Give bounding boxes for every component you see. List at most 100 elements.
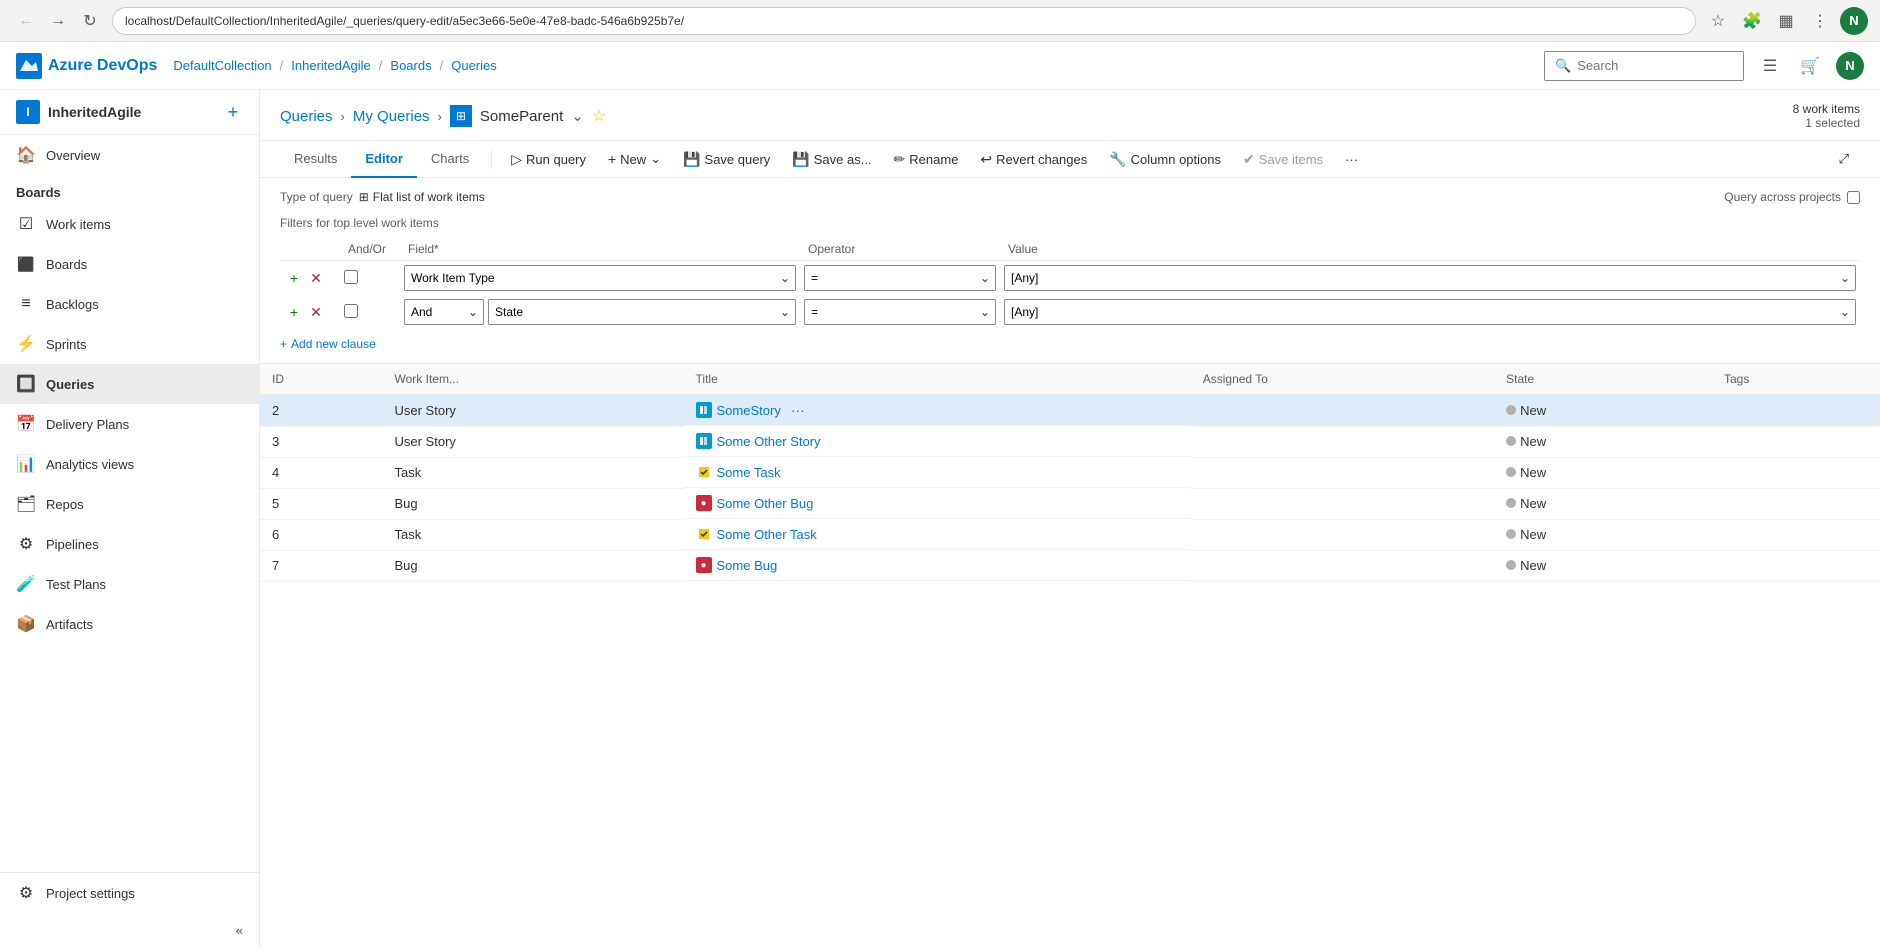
search-box[interactable]: 🔍 — [1544, 51, 1744, 81]
column-options-button[interactable]: 🔧 Column options — [1098, 145, 1232, 174]
sidebar-item-label: Overview — [46, 148, 100, 163]
table-row[interactable]: 6TaskSome Other TaskNew — [260, 519, 1880, 550]
repos-icon: 🗂 — [16, 494, 36, 514]
bookmark-button[interactable]: ☆ — [1704, 7, 1732, 35]
org-name-label: InheritedAgile — [48, 104, 141, 120]
nav-settings-button[interactable]: ☰ — [1756, 52, 1784, 80]
nav-cart-button[interactable]: 🛒 — [1796, 52, 1824, 80]
new-button[interactable]: + New ⌄ — [597, 145, 672, 173]
azure-devops-logo[interactable]: Azure DevOps — [16, 53, 157, 79]
breadcrumb-queries-link[interactable]: Queries — [280, 108, 333, 125]
browser-menu-button[interactable]: ⋮ — [1806, 7, 1834, 35]
save-as-button[interactable]: 💾 Save as... — [781, 145, 882, 174]
sidebar-item-delivery-plans[interactable]: 📅 Delivery Plans — [0, 404, 259, 444]
sidebar-item-work-items[interactable]: ☑ Work items — [0, 204, 259, 244]
table-row[interactable]: 7Bug●Some BugNew — [260, 550, 1880, 581]
sidebar-item-test-plans[interactable]: 🧪 Test Plans — [0, 564, 259, 604]
type-of-query-row: Type of query ⊞ Flat list of work items … — [280, 190, 1860, 204]
sidebar-item-overview[interactable]: 🏠 Overview — [0, 135, 259, 175]
title-link[interactable]: SomeStory — [717, 403, 781, 418]
add-project-button[interactable]: + — [223, 102, 243, 122]
cell-assigned — [1191, 395, 1494, 427]
title-link[interactable]: Some Task — [717, 465, 781, 480]
boards-icon: ⬛ — [16, 254, 36, 274]
filter-row-2-checkbox[interactable] — [344, 304, 358, 318]
favorite-star-icon[interactable]: ☆ — [592, 106, 606, 126]
sidebar-item-pipelines[interactable]: ⚙ Pipelines — [0, 524, 259, 564]
add-clause-icon: + — [280, 337, 287, 351]
search-input[interactable] — [1577, 58, 1733, 73]
filter-row-2-remove-button[interactable]: ✕ — [306, 302, 326, 322]
rename-button[interactable]: ✏ Rename — [883, 145, 970, 174]
back-button[interactable]: ← — [12, 7, 40, 35]
cell-title[interactable]: Some Task — [684, 457, 1191, 488]
sidebar-item-boards[interactable]: ⬛ Boards — [0, 244, 259, 284]
page-title-icon: ⊞ — [450, 105, 472, 127]
cell-title[interactable]: ●Some Other Bug — [684, 488, 1191, 519]
tab-results[interactable]: Results — [280, 141, 351, 178]
title-link[interactable]: Some Bug — [717, 558, 778, 573]
sidebar-item-sprints[interactable]: ⚡ Sprints — [0, 324, 259, 364]
table-row[interactable]: 4TaskSome TaskNew — [260, 457, 1880, 488]
save-items-button[interactable]: ✔ Save items — [1232, 145, 1334, 174]
more-options-button[interactable]: ··· — [1334, 146, 1369, 173]
sidebar-item-project-settings[interactable]: ⚙ Project settings — [0, 873, 259, 913]
filter-row-2-andor-select[interactable]: And Or — [404, 299, 484, 325]
cell-title[interactable]: ●Some Bug — [684, 550, 1191, 581]
cell-title[interactable]: Some Other Story — [684, 426, 1191, 457]
breadcrumb-boards[interactable]: Boards — [390, 58, 431, 73]
flat-list-badge[interactable]: ⊞ Flat list of work items — [359, 190, 485, 204]
tab-editor[interactable]: Editor — [351, 141, 417, 178]
query-editor-area: Type of query ⊞ Flat list of work items … — [260, 178, 1880, 363]
run-query-button[interactable]: ▷ Run query — [500, 145, 597, 174]
add-clause-button[interactable]: + Add new clause — [280, 337, 376, 351]
address-bar[interactable]: localhost/DefaultCollection/InheritedAgi… — [112, 7, 1696, 35]
filter-row-1-add-button[interactable]: + — [284, 268, 304, 288]
breadcrumb-my-queries-link[interactable]: My Queries — [353, 108, 430, 125]
cell-title[interactable]: SomeStory ··· — [684, 395, 1191, 426]
sidebar-toggle-button[interactable]: ▦ — [1772, 7, 1800, 35]
title-chevron-icon[interactable]: ⌄ — [571, 107, 584, 125]
revert-changes-button[interactable]: ↩ Revert changes — [969, 145, 1098, 174]
filter-row-1-value-select[interactable]: [Any] — [1004, 265, 1856, 291]
filter-row-1-remove-button[interactable]: ✕ — [306, 268, 326, 288]
sidebar-item-artifacts[interactable]: 📦 Artifacts — [0, 604, 259, 644]
filter-row-1-checkbox[interactable] — [344, 270, 358, 284]
query-across-checkbox[interactable] — [1847, 191, 1860, 204]
extensions-button[interactable]: 🧩 — [1738, 7, 1766, 35]
add-clause-label: Add new clause — [291, 337, 376, 351]
filter-row-2-add-button[interactable]: + — [284, 302, 304, 322]
filter-row-1-field-select[interactable]: Work Item Type — [404, 265, 796, 291]
filter-row-2-operator-select[interactable]: = — [804, 299, 996, 325]
cell-title[interactable]: Some Other Task — [684, 519, 1191, 550]
sidebar-item-repos[interactable]: 🗂 Repos — [0, 484, 259, 524]
sidebar-item-backlogs[interactable]: ≡ Backlogs — [0, 284, 259, 324]
filter-row-2-value-select[interactable]: [Any] — [1004, 299, 1856, 325]
save-query-button[interactable]: 💾 Save query — [672, 145, 781, 174]
title-link[interactable]: Some Other Story — [717, 434, 821, 449]
title-link[interactable]: Some Other Bug — [717, 496, 814, 511]
table-row[interactable]: 5Bug●Some Other BugNew — [260, 488, 1880, 519]
expand-icon: ⤢ — [1839, 151, 1849, 167]
expand-button[interactable]: ⤢ — [1828, 145, 1860, 173]
project-settings-icon: ⚙ — [16, 883, 36, 903]
state-dot — [1506, 436, 1516, 446]
tab-charts[interactable]: Charts — [417, 141, 483, 178]
filter-row-2-field-select[interactable]: State — [488, 299, 796, 325]
breadcrumb-default-collection[interactable]: DefaultCollection — [173, 58, 271, 73]
profile-avatar[interactable]: N — [1840, 7, 1868, 35]
title-link[interactable]: Some Other Task — [717, 527, 817, 542]
row-more-options-button[interactable]: ··· — [791, 402, 805, 418]
user-avatar[interactable]: N — [1836, 52, 1864, 80]
filter-row-1-operator-select[interactable]: = — [804, 265, 996, 291]
sidebar-item-analytics-views[interactable]: 📊 Analytics views — [0, 444, 259, 484]
table-row[interactable]: 2User StorySomeStory···New — [260, 395, 1880, 427]
reload-button[interactable]: ↻ — [76, 7, 104, 35]
forward-button[interactable]: → — [44, 7, 72, 35]
breadcrumb-queries[interactable]: Queries — [451, 58, 497, 73]
sidebar-item-queries[interactable]: 🔲 Queries — [0, 364, 259, 404]
sidebar-collapse-button[interactable]: « — [0, 913, 259, 948]
sidebar-item-label: Test Plans — [46, 577, 106, 592]
table-row[interactable]: 3User StorySome Other StoryNew — [260, 426, 1880, 457]
breadcrumb-inherited-agile[interactable]: InheritedAgile — [291, 58, 371, 73]
